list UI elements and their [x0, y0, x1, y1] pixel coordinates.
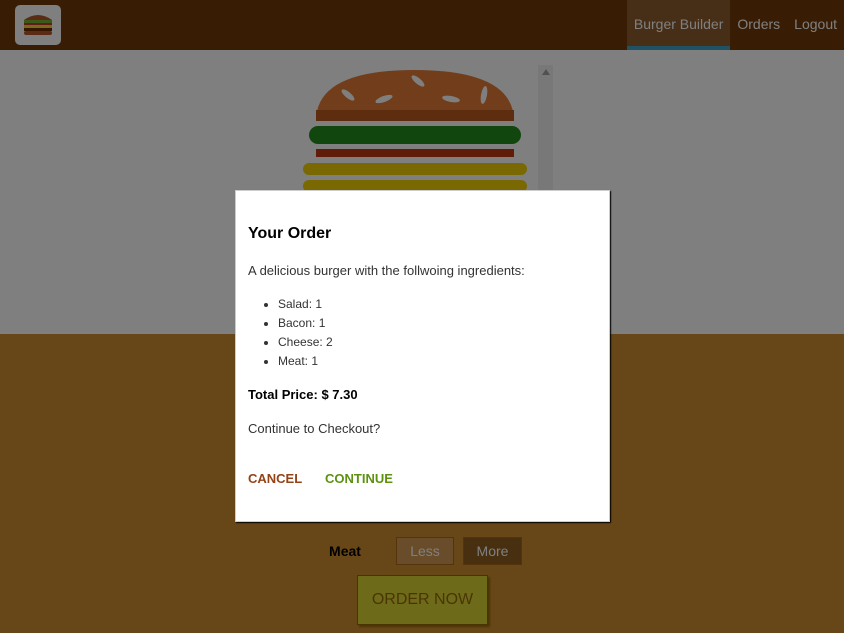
continue-button[interactable]: CONTINUE	[325, 471, 393, 486]
total-price: Total Price: $ 7.30	[248, 387, 358, 402]
ingredient-item: Cheese: 2	[278, 333, 333, 352]
checkout-prompt: Continue to Checkout?	[248, 421, 381, 436]
ingredient-item: Meat: 1	[278, 352, 333, 371]
order-summary-modal: Your Order A delicious burger with the f…	[235, 190, 610, 522]
ingredient-list: Salad: 1 Bacon: 1 Cheese: 2 Meat: 1	[248, 295, 333, 371]
modal-intro: A delicious burger with the follwoing in…	[248, 263, 525, 278]
ingredient-item: Salad: 1	[278, 295, 333, 314]
modal-title: Your Order	[248, 225, 332, 242]
cancel-button[interactable]: CANCEL	[248, 471, 302, 486]
ingredient-item: Bacon: 1	[278, 314, 333, 333]
